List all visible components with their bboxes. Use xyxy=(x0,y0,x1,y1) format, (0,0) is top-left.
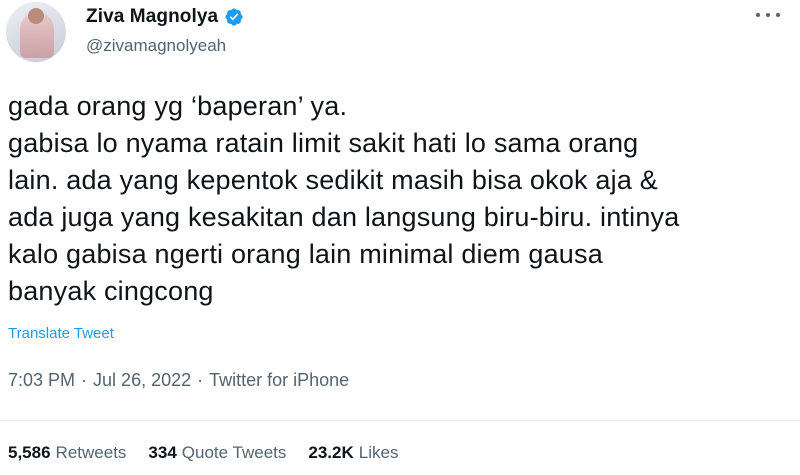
name-row: Ziva Magnolya xyxy=(86,6,244,28)
tweet-text-line: gabisa lo nyama ratain limit sakit hati … xyxy=(8,128,639,158)
handle[interactable]: @zivamagnolyeah xyxy=(86,36,226,56)
likes-count: 23.2K xyxy=(308,443,354,462)
meta-separator: · xyxy=(197,370,204,390)
more-dot xyxy=(776,13,780,17)
tweet-text-line: gada orang yg ‘baperan’ ya. xyxy=(8,91,348,121)
tweet-time[interactable]: 7:03 PM xyxy=(8,370,75,391)
more-options-icon[interactable] xyxy=(756,8,780,22)
translate-tweet-link[interactable]: Translate Tweet xyxy=(8,325,114,342)
avatar-head xyxy=(28,8,44,24)
more-dot xyxy=(756,13,760,17)
retweets-count: 5,586 xyxy=(8,443,51,462)
divider xyxy=(0,420,800,421)
meta-separator: · xyxy=(81,370,88,390)
tweet-text: gada orang yg ‘baperan’ ya. gabisa lo ny… xyxy=(8,88,788,310)
tweet-text-line: banyak cingcong xyxy=(8,276,214,306)
tweet-stats: 5,586 Retweets 334 Quote Tweets 23.2K Li… xyxy=(8,443,420,463)
more-dot xyxy=(766,13,770,17)
quote-tweets-label: Quote Tweets xyxy=(181,443,287,462)
likes-label: Likes xyxy=(358,443,399,462)
tweet-text-line: ada juga yang kesakitan dan langsung bir… xyxy=(8,202,680,232)
retweets-stat[interactable]: 5,586 Retweets xyxy=(8,443,126,463)
tweet-header: Ziva Magnolya @zivamagnolyeah xyxy=(0,0,800,70)
quote-tweets-stat[interactable]: 334 Quote Tweets xyxy=(148,443,286,463)
avatar[interactable] xyxy=(6,2,66,62)
likes-stat[interactable]: 23.2K Likes xyxy=(308,443,398,463)
tweet-source: Twitter for iPhone xyxy=(209,370,350,390)
tweet-text-line: kalo gabisa ngerti orang lain minimal di… xyxy=(8,239,603,269)
tweet-text-line: lain. ada yang kepentok sedikit masih bi… xyxy=(8,165,658,195)
retweets-label: Retweets xyxy=(55,443,127,462)
tweet-date[interactable]: Jul 26, 2022 xyxy=(93,370,191,391)
tweet-meta: 7:03 PM · Jul 26, 2022 · Twitter for iPh… xyxy=(8,370,349,391)
display-name[interactable]: Ziva Magnolya xyxy=(86,6,218,28)
tweet: Ziva Magnolya @zivamagnolyeah gada orang… xyxy=(0,0,800,475)
quote-tweets-count: 334 xyxy=(148,443,177,462)
verified-badge-icon xyxy=(225,8,243,26)
